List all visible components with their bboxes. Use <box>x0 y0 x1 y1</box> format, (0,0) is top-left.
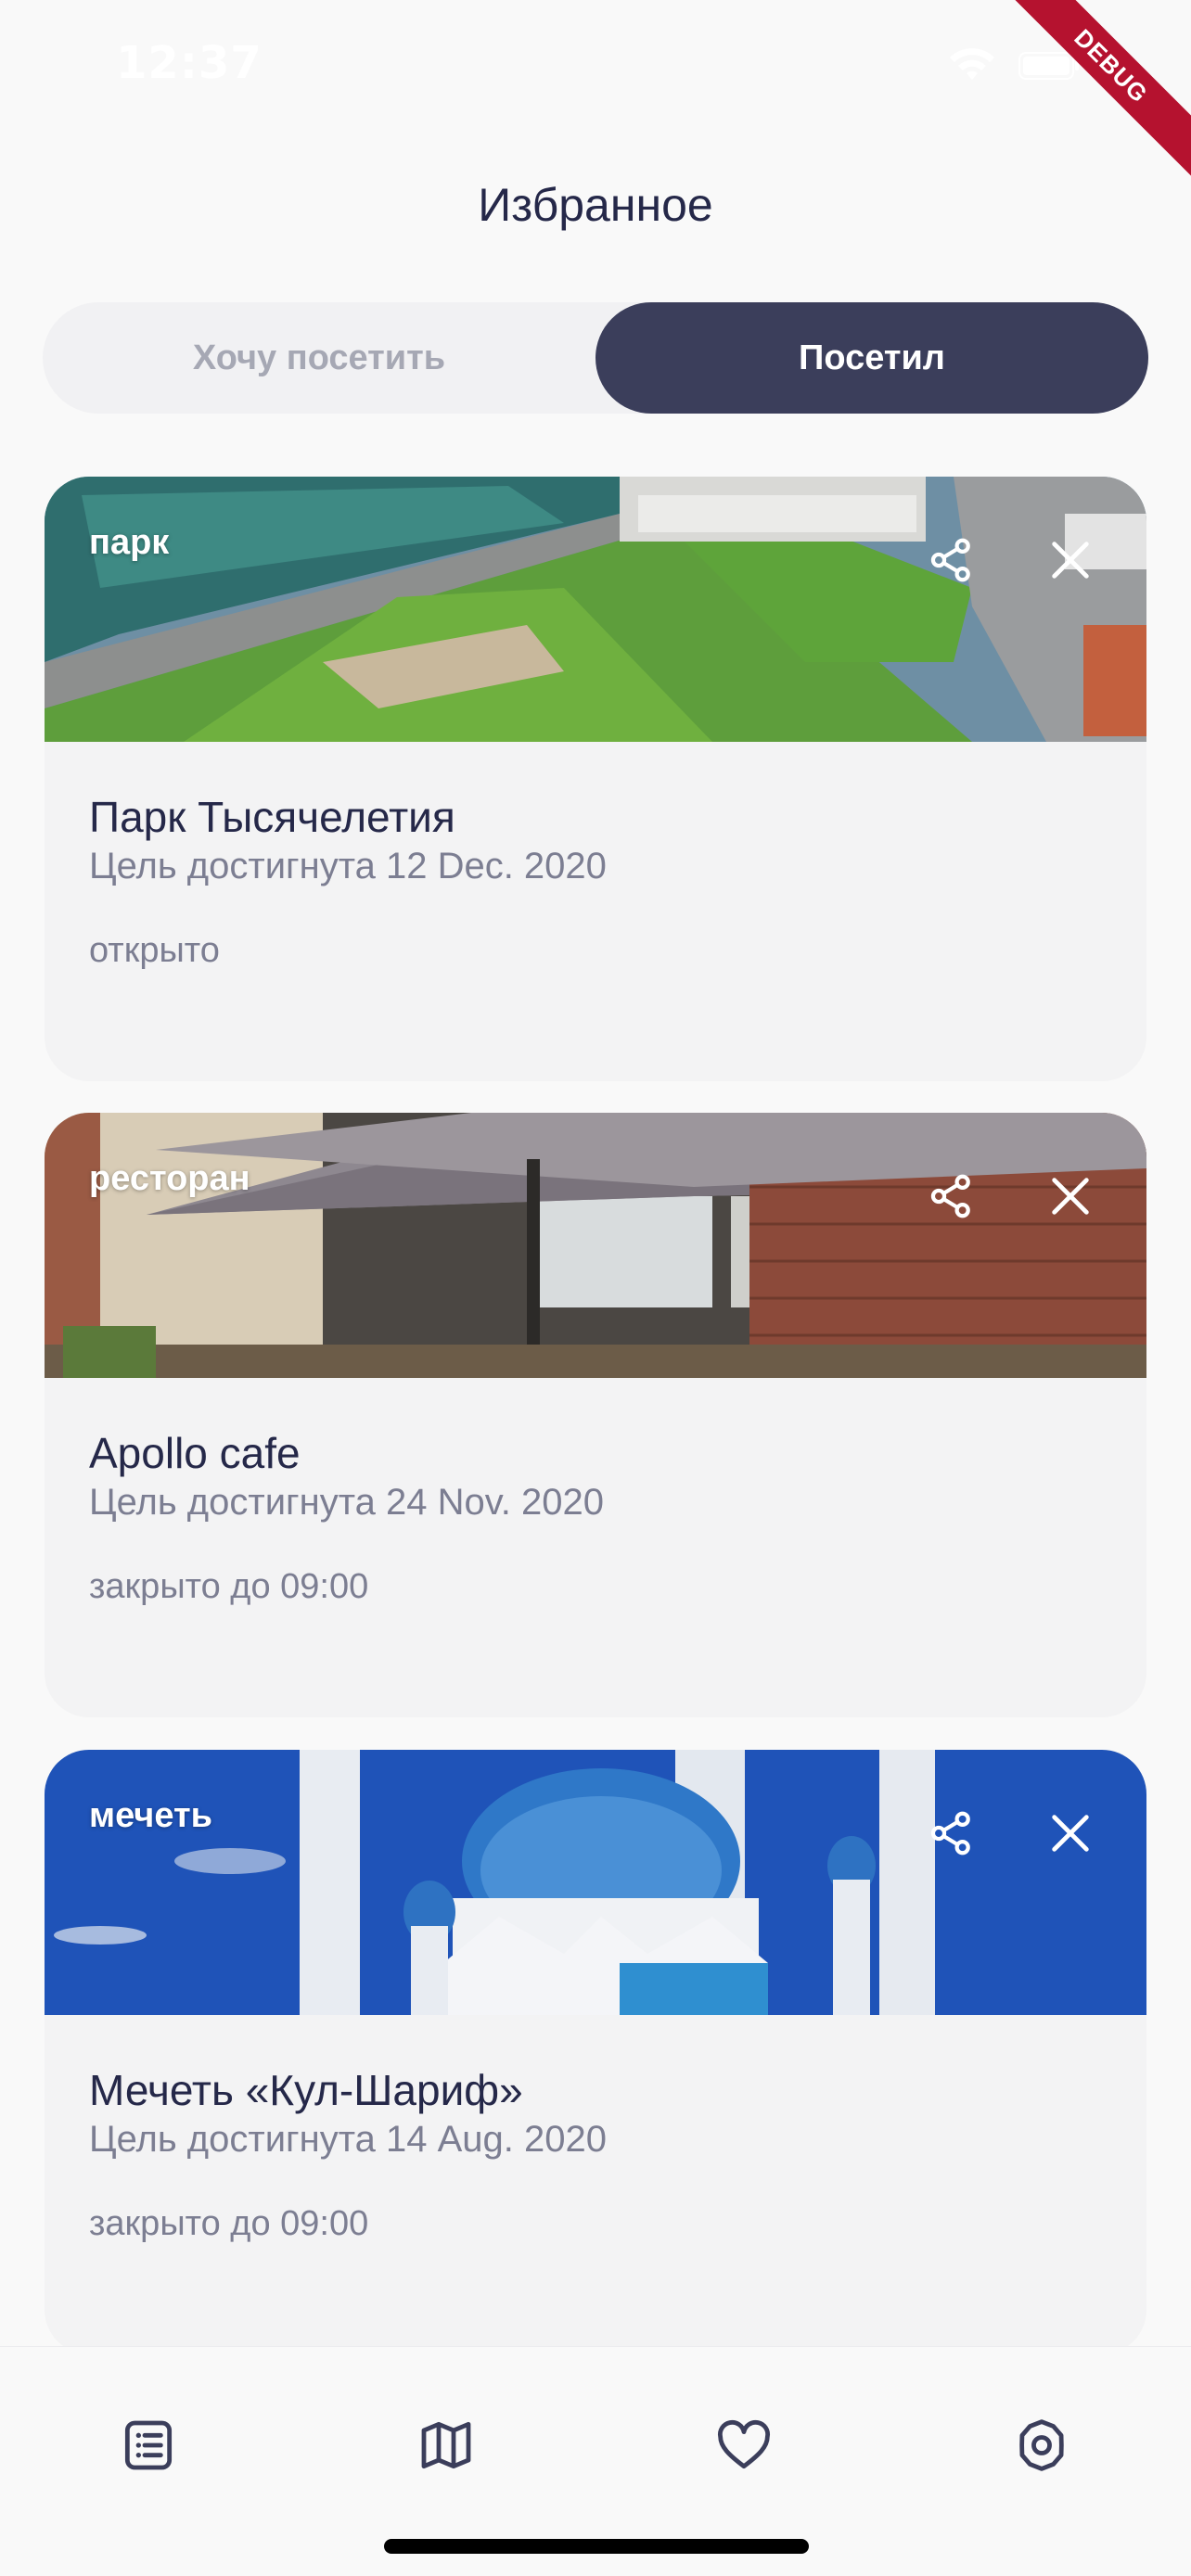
place-photo <box>45 1113 1146 1378</box>
visit-date: Цель достигнута 12 Dec. 2020 <box>89 846 607 886</box>
place-name: Apollo cafe <box>89 1429 301 1477</box>
place-type: парк <box>89 523 170 562</box>
share-icon <box>930 1174 970 1218</box>
status-indicators <box>948 48 1080 83</box>
place-photo <box>45 1750 1146 2015</box>
place-type: мечеть <box>89 1796 212 1835</box>
opening-status: закрыто до 09:00 <box>89 1567 369 1606</box>
place-type: ресторан <box>89 1159 250 1198</box>
share-button[interactable] <box>915 1159 989 1233</box>
visit-tabs: Хочу посетить Посетил <box>43 302 1148 414</box>
status-time: 12:37 <box>116 37 263 89</box>
remove-button[interactable] <box>1033 1796 1108 1870</box>
home-indicator[interactable] <box>384 2539 809 2554</box>
opening-status: открыто <box>89 931 220 970</box>
remove-button[interactable] <box>1033 1159 1108 1233</box>
share-icon <box>930 538 970 582</box>
heart-icon <box>718 2419 770 2469</box>
close-icon <box>1052 1178 1089 1215</box>
tab-want-to-visit[interactable]: Хочу посетить <box>43 302 596 414</box>
remove-button[interactable] <box>1033 523 1108 597</box>
nav-favorites[interactable] <box>698 2399 790 2492</box>
wifi-icon <box>948 48 996 83</box>
place-card[interactable]: мечеть Мечеть «Кул-Шариф» Цель достигнут… <box>45 1750 1146 2354</box>
tab-visited[interactable]: Посетил <box>596 302 1148 414</box>
settings-icon <box>1019 2419 1064 2471</box>
share-button[interactable] <box>915 523 989 597</box>
place-name: Мечеть «Кул-Шариф» <box>89 2066 523 2114</box>
map-icon <box>421 2421 471 2469</box>
place-card[interactable]: ресторан Apollo cafe Цель достигнута 24 … <box>45 1113 1146 1717</box>
battery-icon <box>1018 51 1080 81</box>
page-title: Избранное <box>478 179 713 231</box>
nav-list[interactable] <box>102 2399 195 2492</box>
status-bar: 12:37 <box>0 0 1191 130</box>
place-card[interactable]: парк Парк Тысячелетия Цель достигнута 12… <box>45 477 1146 1081</box>
share-button[interactable] <box>915 1796 989 1870</box>
visit-date: Цель достигнута 24 Nov. 2020 <box>89 1482 604 1523</box>
place-name: Парк Тысячелетия <box>89 793 455 841</box>
close-icon <box>1052 542 1089 579</box>
list-icon <box>124 2420 173 2470</box>
visit-date: Цель достигнута 14 Aug. 2020 <box>89 2119 607 2160</box>
close-icon <box>1052 1815 1089 1852</box>
nav-map[interactable] <box>400 2399 493 2492</box>
opening-status: закрыто до 09:00 <box>89 2204 369 2243</box>
place-photo <box>45 477 1146 742</box>
share-icon <box>930 1811 970 1855</box>
nav-settings[interactable] <box>995 2399 1088 2492</box>
